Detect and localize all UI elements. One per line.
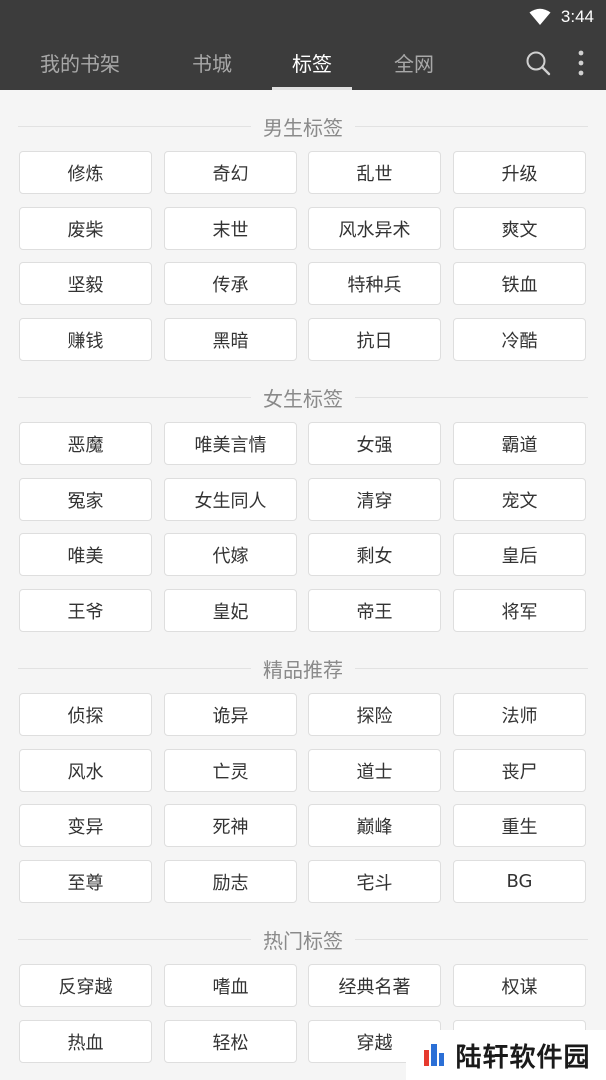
tag-chip[interactable]: 风水异术	[308, 207, 441, 250]
tag-chip[interactable]: 恶魔	[19, 422, 152, 465]
tag-chip[interactable]: 抗日	[308, 318, 441, 361]
status-time: 3:44	[560, 7, 594, 26]
tag-chip[interactable]: 冤家	[19, 478, 152, 521]
tag-chip[interactable]: 黑暗	[164, 318, 297, 361]
tag-chip[interactable]: 道士	[308, 749, 441, 792]
tag-chip[interactable]: 巅峰	[308, 804, 441, 847]
section-header: 精品推荐	[18, 653, 588, 683]
tab-tags[interactable]: 标签	[272, 34, 352, 90]
tag-chip[interactable]: 爽文	[453, 207, 586, 250]
tab-bookstore[interactable]: 书城	[162, 34, 262, 90]
search-icon[interactable]	[525, 50, 551, 76]
tag-chip[interactable]: 权谋	[453, 964, 586, 1007]
app-bar: 我的书架 书城 标签 全网	[0, 34, 606, 90]
tag-chip[interactable]: 废柴	[19, 207, 152, 250]
tag-chip[interactable]: 帝王	[308, 589, 441, 632]
tag-chip[interactable]: 反穿越	[19, 964, 152, 1007]
section-title: 女生标签	[251, 382, 355, 412]
tag-chip[interactable]: 末世	[164, 207, 297, 250]
logo-icon	[424, 1044, 445, 1066]
tag-chip[interactable]: 王爷	[19, 589, 152, 632]
tag-chip[interactable]: 励志	[164, 860, 297, 903]
tag-chip[interactable]: 奇幻	[164, 151, 297, 194]
tag-chip[interactable]: BG	[453, 860, 586, 903]
tag-chip[interactable]: 法师	[453, 693, 586, 736]
tag-chip[interactable]: 侦探	[19, 693, 152, 736]
wifi-icon	[529, 8, 551, 25]
tag-chip[interactable]: 剩女	[308, 533, 441, 576]
tag-chip[interactable]: 坚毅	[19, 262, 152, 305]
tag-chip[interactable]: 铁血	[453, 262, 586, 305]
tag-chip[interactable]: 丧尸	[453, 749, 586, 792]
section-title: 精品推荐	[251, 653, 355, 683]
tag-content[interactable]: 男生标签修炼 奇幻 乱世 升级废柴 末世 风水异术 爽文坚毅 传承 特种兵 铁血赚钱 黑暗 抗日 冷酷女…	[0, 90, 606, 1080]
section-header: 男生标签	[18, 111, 588, 141]
tag-chip[interactable]: 代嫁	[164, 533, 297, 576]
tag-chip[interactable]: 修炼	[19, 151, 152, 194]
tag-chip[interactable]: 清穿	[308, 478, 441, 521]
tag-chip[interactable]: 经典名著	[308, 964, 441, 1007]
tag-chip[interactable]: 宠文	[453, 478, 586, 521]
tag-chip[interactable]: 特种兵	[308, 262, 441, 305]
tag-chip[interactable]: 宅斗	[308, 860, 441, 903]
tag-chip[interactable]: 探险	[308, 693, 441, 736]
section-title: 男生标签	[251, 111, 355, 141]
tag-chip[interactable]: 升级	[453, 151, 586, 194]
section-header: 女生标签	[18, 382, 588, 412]
tag-chip[interactable]: 热血	[19, 1020, 152, 1063]
tag-chip[interactable]: 亡灵	[164, 749, 297, 792]
tab-bookshelf[interactable]: 我的书架	[10, 34, 150, 90]
tag-chip[interactable]: 女强	[308, 422, 441, 465]
tag-chip[interactable]: 乱世	[308, 151, 441, 194]
more-options-icon[interactable]	[571, 50, 591, 76]
status-bar: 3:44	[0, 0, 606, 34]
tab-web[interactable]: 全网	[374, 34, 454, 90]
tag-chip[interactable]: 至尊	[19, 860, 152, 903]
tag-chip[interactable]: 传承	[164, 262, 297, 305]
section-header: 热门标签	[18, 924, 588, 954]
section-title: 热门标签	[251, 924, 355, 954]
tag-chip[interactable]: 皇妃	[164, 589, 297, 632]
tag-chip[interactable]: 皇后	[453, 533, 586, 576]
tag-chip[interactable]: 风水	[19, 749, 152, 792]
tag-chip[interactable]: 唯美	[19, 533, 152, 576]
tag-chip[interactable]: 嗜血	[164, 964, 297, 1007]
tag-chip[interactable]: 重生	[453, 804, 586, 847]
tag-chip[interactable]: 死神	[164, 804, 297, 847]
tag-chip[interactable]: 轻松	[164, 1020, 297, 1063]
tag-chip[interactable]: 冷酷	[453, 318, 586, 361]
tag-chip[interactable]: 霸道	[453, 422, 586, 465]
tag-chip[interactable]: 变异	[19, 804, 152, 847]
tag-chip[interactable]: 唯美言情	[164, 422, 297, 465]
tag-chip[interactable]: 赚钱	[19, 318, 152, 361]
tag-chip[interactable]: 诡异	[164, 693, 297, 736]
watermark: 陆轩软件园	[406, 1030, 606, 1080]
watermark-text: 陆轩软件园	[455, 1042, 591, 1073]
tag-chip[interactable]: 将军	[453, 589, 586, 632]
tag-chip[interactable]: 女生同人	[164, 478, 297, 521]
